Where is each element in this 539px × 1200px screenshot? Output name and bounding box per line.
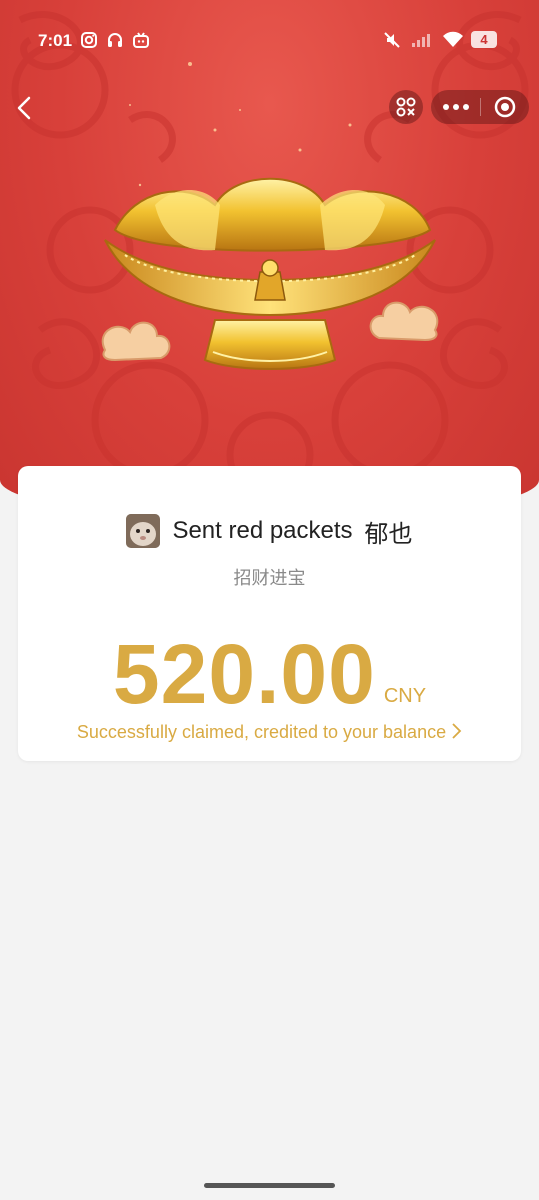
battery-icon: 4 [471, 31, 497, 48]
status-bar: 7:01 4 [0, 0, 539, 80]
balance-link-text: Successfully claimed, credited to your b… [76, 722, 447, 742]
more-dots-icon [443, 104, 469, 110]
avatar [126, 514, 161, 548]
sender-name: 郁也 [364, 520, 413, 548]
sender-label: Sent red packets [172, 517, 353, 544]
chevron-right-icon [452, 723, 462, 739]
target-close-icon [494, 96, 516, 118]
more-button[interactable] [431, 90, 479, 124]
headphones-icon [108, 33, 122, 47]
home-indicator[interactable] [204, 1183, 335, 1188]
treasure-bowl-image [101, 177, 439, 370]
instagram-icon [81, 32, 97, 48]
back-button[interactable] [10, 92, 40, 124]
balance-link[interactable]: Successfully claimed, credited to your b… [18, 722, 521, 743]
wish-message: 招财进宝 [233, 568, 306, 588]
bilibili-icon [133, 32, 149, 48]
signal-icon [412, 34, 430, 47]
avatar-image [126, 514, 161, 548]
red-packet-card: Sent red packets 郁也 招财进宝 520.00 CNY Succ… [18, 466, 521, 761]
scan-button[interactable] [389, 90, 423, 124]
chevron-left-icon [17, 96, 31, 120]
scan-icon [396, 97, 416, 117]
amount-row: 520.00 CNY [18, 626, 521, 716]
wifi-icon [443, 31, 463, 47]
mute-icon [384, 32, 400, 48]
sender-row: Sent red packets 郁也 [18, 513, 521, 549]
amount-value: 520.00 [112, 627, 376, 721]
clock: 7:01 [38, 31, 73, 50]
currency-label: CNY [383, 685, 427, 707]
mini-program-capsule [431, 90, 529, 124]
close-button[interactable] [481, 90, 529, 124]
